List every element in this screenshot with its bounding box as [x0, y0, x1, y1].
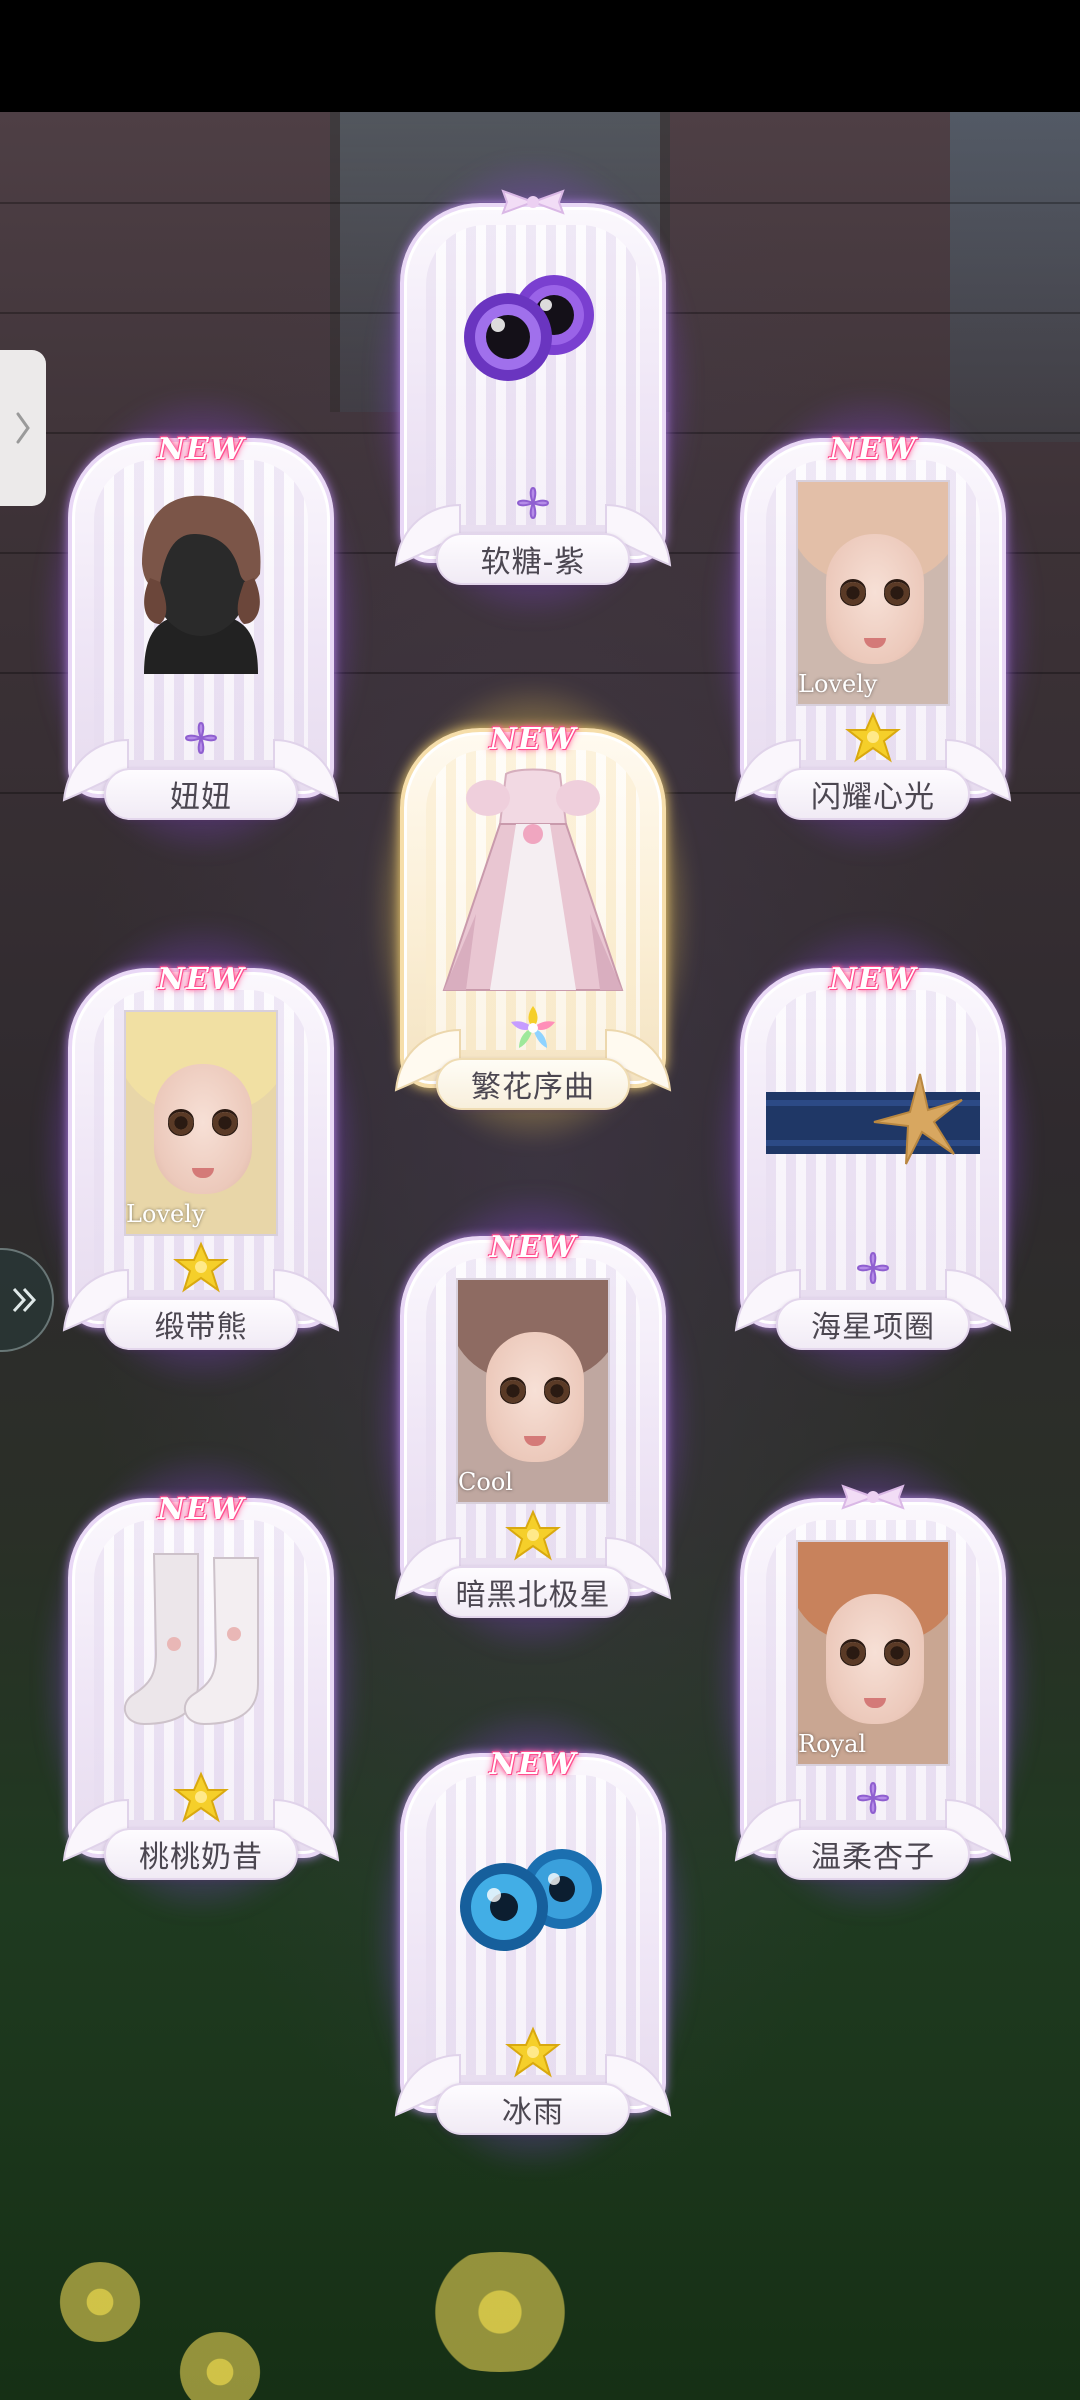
portrait-eye	[884, 582, 910, 606]
card-name-label: 温柔杏子	[776, 1828, 970, 1880]
purple-flower-rarity-icon	[185, 722, 217, 754]
side-collapse-tab[interactable]	[0, 350, 46, 506]
reward-card-duandai[interactable]: NEW Lovely 缎带熊	[42, 924, 360, 1384]
new-badge: NEW	[489, 1229, 577, 1265]
portrait-eye	[544, 1380, 570, 1404]
portrait-eye	[168, 1112, 194, 1136]
purple-flower-rarity-icon	[857, 1252, 889, 1284]
gold-flower-rarity-icon	[505, 1509, 561, 1561]
portrait-eye	[840, 582, 866, 606]
rainbow-flower-rarity-icon	[511, 1006, 555, 1048]
style-tag: Cool	[458, 1468, 513, 1496]
item-dress-pink	[442, 768, 624, 991]
reward-card-niuniu[interactable]: NEW 妞妞	[42, 394, 360, 854]
style-tag: Lovely	[126, 1200, 206, 1228]
reward-card-haixing[interactable]: NEW 海星项圈	[714, 924, 1032, 1384]
reward-card-bingyu[interactable]: NEW 冰雨	[374, 1709, 692, 2169]
status-bar	[0, 0, 1080, 112]
card-name-label: 闪耀心光	[776, 768, 970, 820]
reward-card-fanhua[interactable]: NEW 繁花序曲	[374, 684, 692, 1144]
purple-flower-rarity-icon	[857, 1782, 889, 1814]
card-name-label: 冰雨	[436, 2083, 630, 2135]
portrait-eye	[840, 1642, 866, 1666]
item-starfish-choker	[766, 1073, 980, 1165]
new-badge: NEW	[157, 961, 245, 997]
bow-ribbon-icon	[501, 189, 565, 215]
item-hair-brown	[142, 495, 261, 674]
card-name-label: 海星项圈	[776, 1298, 970, 1350]
gold-flower-rarity-icon	[173, 1241, 229, 1293]
style-tag: Lovely	[798, 670, 878, 698]
item-eyes-purple	[464, 275, 594, 381]
new-badge: NEW	[489, 1746, 577, 1782]
item-socks-peach	[123, 1553, 259, 1726]
new-badge: NEW	[489, 721, 577, 757]
gold-flower-rarity-icon	[505, 2026, 561, 2078]
card-name-label: 妞妞	[104, 768, 298, 820]
item-eyes-blue	[460, 1849, 602, 1951]
chevron-right-icon	[16, 412, 30, 444]
reward-card-wenrou[interactable]: Royal 温柔杏子	[714, 1454, 1032, 1914]
background-flower	[400, 2252, 600, 2372]
reward-card-taotao[interactable]: NEW 桃桃奶昔	[42, 1454, 360, 1914]
style-tag: Royal	[798, 1730, 867, 1758]
double-chevron-right-icon	[12, 1287, 37, 1313]
card-name-label: 暗黑北极星	[436, 1566, 630, 1618]
reward-card-anhei[interactable]: NEW Cool 暗黑北极星	[374, 1192, 692, 1652]
portrait-eye	[884, 1642, 910, 1666]
card-name-label: 软糖-紫	[436, 533, 630, 585]
reward-card-ruantang[interactable]: 软糖-紫	[374, 159, 692, 619]
background-window-right	[950, 112, 1080, 442]
background-flower	[160, 2332, 280, 2400]
reward-card-shanyao[interactable]: NEW Lovely 闪耀心光	[714, 394, 1032, 854]
card-name-label: 桃桃奶昔	[104, 1828, 298, 1880]
card-name-label: 缎带熊	[104, 1298, 298, 1350]
purple-flower-rarity-icon	[517, 487, 549, 519]
background-flower	[40, 2262, 160, 2342]
card-name-label: 繁花序曲	[436, 1058, 630, 1110]
portrait-eye	[212, 1112, 238, 1136]
new-badge: NEW	[157, 431, 245, 467]
portrait-eye	[500, 1380, 526, 1404]
new-badge: NEW	[829, 431, 917, 467]
new-badge: NEW	[829, 961, 917, 997]
new-badge: NEW	[157, 1491, 245, 1527]
gold-flower-rarity-icon	[845, 711, 901, 763]
gold-flower-rarity-icon	[173, 1771, 229, 1823]
bow-ribbon-icon	[841, 1484, 905, 1510]
